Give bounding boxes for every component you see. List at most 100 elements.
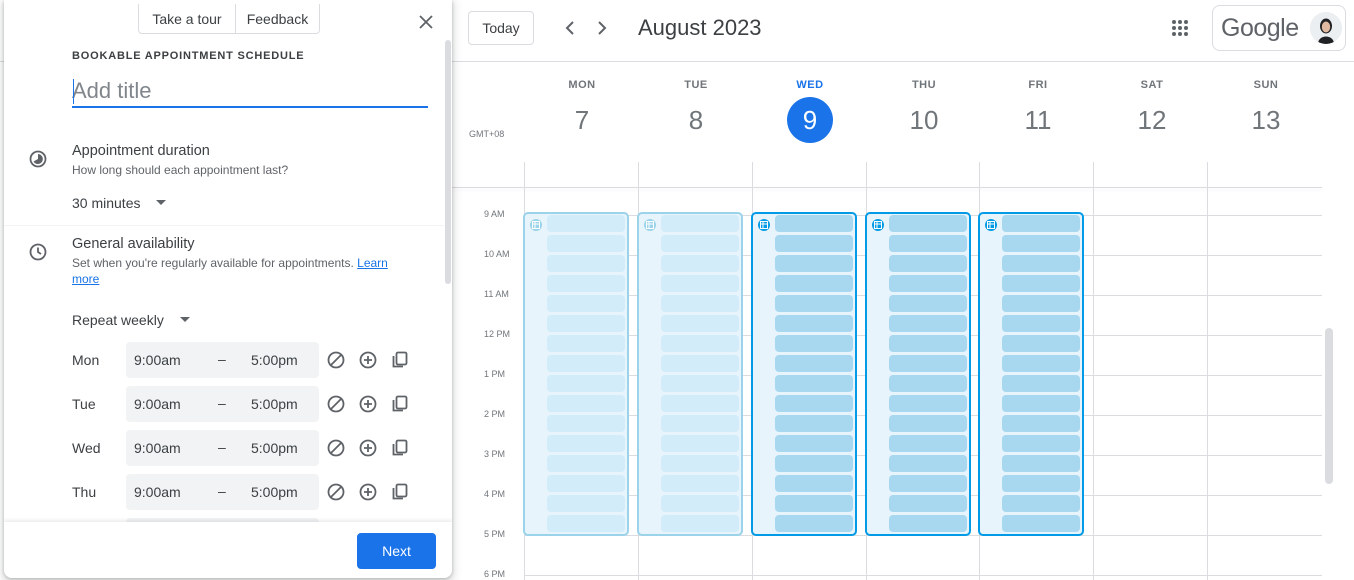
end-time-input[interactable]: 5:00pm (251, 440, 298, 456)
copy-times-button[interactable] (390, 350, 410, 370)
appointment-slot[interactable] (889, 455, 967, 472)
appointment-slot[interactable] (889, 315, 967, 332)
time-range-field[interactable]: 9:00am – 5:00pm (126, 342, 319, 378)
appointment-slot[interactable] (1002, 295, 1080, 312)
panel-scrollbar[interactable] (445, 40, 451, 284)
appointment-slot[interactable] (547, 455, 625, 472)
appointment-slot[interactable] (1002, 375, 1080, 392)
appointment-slot[interactable] (1002, 515, 1080, 532)
appointment-slot[interactable] (547, 395, 625, 412)
appointment-slot[interactable] (775, 275, 853, 292)
appointment-slot[interactable] (889, 515, 967, 532)
start-time-input[interactable]: 9:00am (134, 440, 181, 456)
appointment-slot[interactable] (661, 335, 739, 352)
today-button[interactable]: Today (468, 11, 534, 45)
appointment-slot[interactable] (661, 375, 739, 392)
appointment-slot[interactable] (889, 395, 967, 412)
appointment-slot[interactable] (889, 355, 967, 372)
appointment-slot[interactable] (889, 215, 967, 232)
previous-week-button[interactable] (558, 16, 582, 40)
day-number[interactable]: 7 (559, 97, 605, 143)
take-a-tour-button[interactable]: Take a tour (139, 4, 236, 34)
appointment-slot[interactable] (661, 215, 739, 232)
appointment-slot[interactable] (661, 475, 739, 492)
availability-block-tue[interactable] (637, 212, 743, 536)
day-header-mon[interactable]: MON 7 (525, 62, 639, 162)
appointment-slot[interactable] (775, 415, 853, 432)
appointment-slot[interactable] (889, 255, 967, 272)
appointment-slot[interactable] (1002, 435, 1080, 452)
appointment-slot[interactable] (775, 475, 853, 492)
appointment-slot[interactable] (1002, 495, 1080, 512)
appointment-slot[interactable] (1002, 315, 1080, 332)
appointment-slot[interactable] (547, 295, 625, 312)
appointment-slot[interactable] (889, 375, 967, 392)
add-time-button[interactable] (358, 482, 378, 502)
appointment-slot[interactable] (889, 495, 967, 512)
appointment-slot[interactable] (661, 415, 739, 432)
appointment-slot[interactable] (547, 435, 625, 452)
appointment-slot[interactable] (661, 395, 739, 412)
appointment-slot[interactable] (775, 515, 853, 532)
day-number[interactable]: 8 (673, 97, 719, 143)
day-number[interactable]: 9 (787, 97, 833, 143)
appointment-slot[interactable] (661, 455, 739, 472)
appointment-slot[interactable] (661, 495, 739, 512)
appointment-slot[interactable] (1002, 415, 1080, 432)
appointment-slot[interactable] (775, 335, 853, 352)
appointment-slot[interactable] (889, 415, 967, 432)
appointment-slot[interactable] (547, 495, 625, 512)
appointment-slot[interactable] (547, 275, 625, 292)
appointment-slot[interactable] (775, 495, 853, 512)
appointment-slot[interactable] (889, 435, 967, 452)
account-switcher[interactable]: Google (1212, 5, 1346, 51)
appointment-slot[interactable] (889, 475, 967, 492)
appointment-slot[interactable] (661, 355, 739, 372)
appointment-slot[interactable] (775, 375, 853, 392)
time-range-field[interactable]: 9:00am – 5:00pm (126, 430, 319, 466)
day-header-tue[interactable]: TUE 8 (639, 62, 753, 162)
appointment-slot[interactable] (775, 315, 853, 332)
appointment-slot[interactable] (547, 515, 625, 532)
copy-times-button[interactable] (390, 482, 410, 502)
add-time-button[interactable] (358, 350, 378, 370)
appointment-slot[interactable] (547, 355, 625, 372)
appointment-slot[interactable] (775, 435, 853, 452)
day-number[interactable]: 12 (1129, 97, 1175, 143)
appointment-slot[interactable] (1002, 475, 1080, 492)
appointment-slot[interactable] (1002, 335, 1080, 352)
appointment-slot[interactable] (1002, 355, 1080, 372)
end-time-input[interactable]: 5:00pm (251, 484, 298, 500)
appointment-slot[interactable] (775, 215, 853, 232)
add-time-button[interactable] (358, 394, 378, 414)
day-header-sun[interactable]: SUN 13 (1209, 62, 1323, 162)
copy-times-button[interactable] (390, 394, 410, 414)
appointment-slot[interactable] (661, 315, 739, 332)
day-header-sat[interactable]: SAT 12 (1095, 62, 1209, 162)
next-button[interactable]: Next (357, 533, 436, 569)
appointment-slot[interactable] (1002, 455, 1080, 472)
appointment-slot[interactable] (889, 335, 967, 352)
appointment-slot[interactable] (661, 295, 739, 312)
appointment-slot[interactable] (661, 235, 739, 252)
feedback-button[interactable]: Feedback (236, 4, 319, 34)
mark-unavailable-button[interactable] (326, 394, 346, 414)
avatar[interactable] (1310, 12, 1342, 44)
start-time-input[interactable]: 9:00am (134, 484, 181, 500)
time-range-field[interactable]: 9:00am – 5:00pm (126, 386, 319, 422)
appointment-slot[interactable] (775, 295, 853, 312)
google-apps-button[interactable] (1168, 16, 1192, 40)
end-time-input[interactable]: 5:00pm (251, 396, 298, 412)
appointment-slot[interactable] (547, 415, 625, 432)
next-week-button[interactable] (590, 16, 614, 40)
appointment-slot[interactable] (661, 255, 739, 272)
close-panel-button[interactable] (416, 12, 436, 32)
calendar-scrollbar[interactable] (1325, 328, 1333, 484)
mark-unavailable-button[interactable] (326, 482, 346, 502)
appointment-slot[interactable] (547, 375, 625, 392)
appointment-slot[interactable] (1002, 275, 1080, 292)
add-time-button[interactable] (358, 438, 378, 458)
appointment-slot[interactable] (889, 295, 967, 312)
appointment-slot[interactable] (775, 455, 853, 472)
appointment-slot[interactable] (661, 435, 739, 452)
